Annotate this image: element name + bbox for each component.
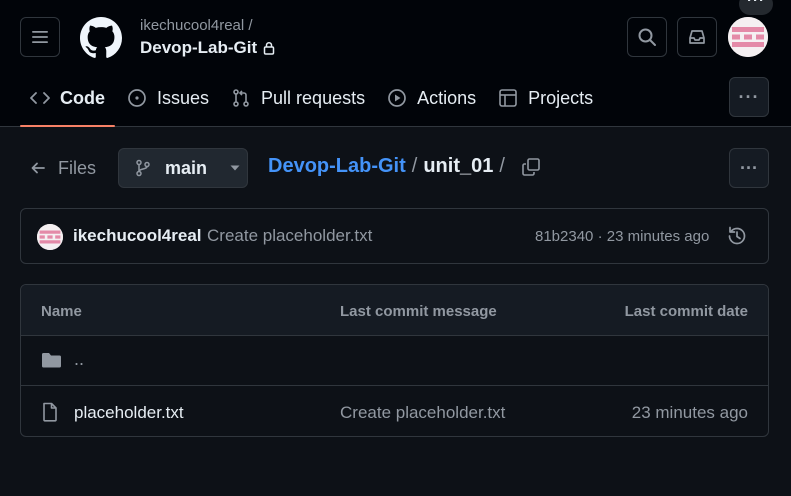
tab-projects[interactable]: Projects (488, 78, 603, 118)
repo-nav-tabs: Code Issues Pull requests Actions Projec… (20, 78, 605, 127)
arrow-left-icon (31, 162, 45, 174)
breadcrumb-repo-link[interactable]: Devop-Lab-Git (268, 155, 406, 178)
column-header-message: Last commit message (340, 303, 497, 320)
commit-sha-time[interactable]: 81b2340 · 23 minutes ago (535, 228, 709, 245)
identicon-icon (728, 17, 768, 57)
parent-directory-link[interactable]: .. (74, 349, 84, 370)
search-button[interactable] (627, 17, 667, 57)
commit-author-link[interactable]: ikechucool4real (73, 226, 202, 246)
files-toggle[interactable]: Files (30, 154, 96, 182)
table-row[interactable]: placeholder.txt Create placeholder.txt 2… (21, 387, 768, 436)
folder-icon (42, 353, 61, 368)
commit-author-avatar[interactable] (37, 224, 63, 250)
inbox-icon (689, 30, 705, 44)
search-icon (638, 28, 656, 46)
file-icon (43, 402, 57, 422)
identicon-icon (37, 224, 63, 250)
column-header-name: Name (41, 303, 82, 320)
triangle-down-icon (230, 165, 240, 171)
repo-name-link[interactable]: Devop-Lab-Git (140, 38, 257, 58)
git-branch-icon (136, 159, 150, 177)
inbox-button[interactable] (677, 17, 717, 57)
table-icon (499, 89, 517, 107)
tab-actions[interactable]: Actions (377, 78, 486, 118)
play-icon (388, 89, 406, 107)
history-icon[interactable] (726, 225, 748, 247)
repo-title: Devop-Lab-Git (140, 38, 275, 58)
file-name-link[interactable]: placeholder.txt (74, 403, 184, 423)
code-icon (30, 92, 50, 104)
files-label: Files (58, 157, 97, 178)
latest-commit-box: ikechucool4real Create placeholder.txt 8… (20, 208, 769, 264)
breadcrumb-separator: / (411, 155, 418, 177)
tab-projects-label: Projects (528, 87, 594, 108)
tab-pull-requests-label: Pull requests (261, 87, 366, 108)
git-pull-request-icon (233, 89, 249, 107)
table-header: Name Last commit message Last commit dat… (21, 285, 768, 336)
breadcrumb: Devop-Lab-Git / unit_01 / (268, 155, 541, 178)
file-more-button[interactable]: ··· (729, 148, 769, 188)
avatar-more-badge[interactable]: ··· (739, 0, 773, 15)
owner-link[interactable]: ikechucool4real / (140, 17, 253, 34)
file-commit-date: 23 minutes ago (631, 403, 748, 422)
repo-more-button[interactable]: ··· (729, 77, 769, 117)
lock-icon (263, 41, 275, 55)
menu-button[interactable] (20, 17, 60, 57)
repo-header: ikechucool4real / Devop-Lab-Git ··· Code… (0, 0, 791, 127)
user-avatar[interactable] (728, 17, 768, 57)
tab-actions-label: Actions (417, 87, 477, 108)
branch-name: main (165, 157, 208, 178)
file-commit-message-link[interactable]: Create placeholder.txt (340, 403, 505, 423)
breadcrumb-separator: / (499, 155, 505, 177)
tab-issues[interactable]: Issues (117, 78, 219, 118)
tab-code-label: Code (60, 87, 105, 108)
column-header-date: Last commit date (624, 303, 748, 320)
commit-message-link[interactable]: Create placeholder.txt (207, 226, 372, 246)
copy-path-icon[interactable] (521, 157, 541, 177)
issue-opened-icon (128, 89, 146, 107)
parent-directory-row[interactable]: .. (21, 336, 768, 386)
tab-pull-requests[interactable]: Pull requests (221, 78, 375, 118)
file-table: Name Last commit message Last commit dat… (20, 284, 769, 437)
branch-selector[interactable]: main (118, 148, 248, 188)
github-logo-icon[interactable] (80, 17, 122, 59)
breadcrumb-current-folder: unit_01 (423, 155, 494, 177)
tab-code[interactable]: Code (20, 78, 115, 127)
tab-issues-label: Issues (157, 87, 210, 108)
hamburger-icon (32, 31, 48, 43)
